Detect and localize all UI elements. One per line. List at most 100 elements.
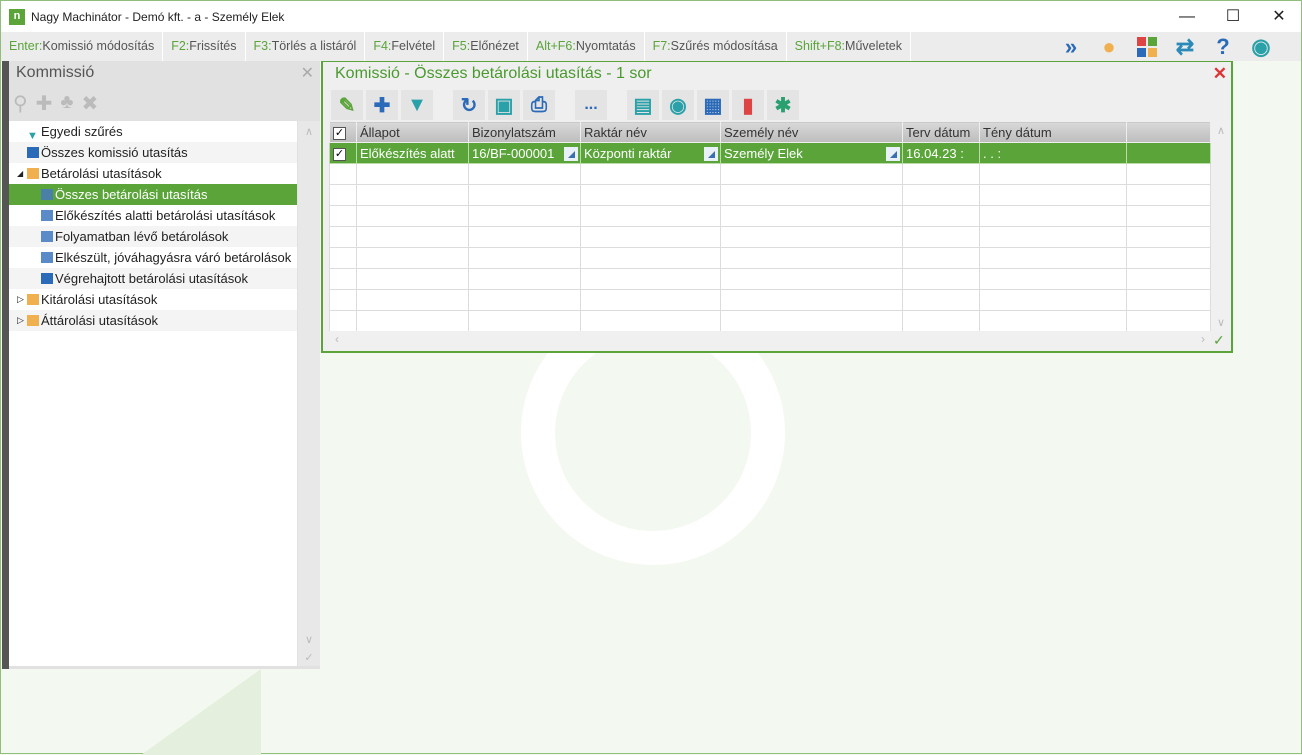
collapsed-arrow-icon[interactable]: ▷	[17, 289, 27, 310]
lookup-icon[interactable]	[886, 147, 900, 161]
watermark-shape	[141, 669, 261, 755]
tree-item[interactable]: Elkészült, jóváhagyásra váró betárolások	[9, 247, 297, 268]
cell[interactable]	[1126, 142, 1211, 164]
lookup-icon[interactable]	[704, 147, 718, 161]
circle-icon[interactable]: ◉	[1245, 32, 1277, 61]
shortcut-alt-f6[interactable]: Alt+F6:Nyomtatás	[528, 32, 645, 61]
shortcut-f3[interactable]: F3:Törlés a listáról	[246, 32, 366, 61]
left-panel: Kommissió ✕ ⚲ ✚ ♣ ✖ ▼ Egyedi szűrés Össze…	[2, 61, 320, 669]
lookup-icon[interactable]	[564, 147, 578, 161]
pin-off-icon[interactable]: ✖	[82, 91, 99, 116]
list-select-icon[interactable]: ▤	[627, 90, 659, 120]
panel-title: Kommissió	[16, 64, 95, 81]
column-header[interactable]: Raktár név	[580, 121, 721, 143]
monitor-icon	[41, 189, 53, 200]
title-bar: n Nagy Machinátor - Demó kft. - a - Szem…	[1, 1, 1301, 32]
confirm-check-icon[interactable]: ✓	[1213, 332, 1225, 349]
empty-row	[329, 310, 1211, 332]
tree-item[interactable]: ▼ Egyedi szűrés	[9, 121, 297, 142]
shortcut-f5[interactable]: F5:Előnézet	[444, 32, 528, 61]
user-icon[interactable]: ●	[1093, 32, 1125, 61]
shortcut-f2[interactable]: F2:Frissítés	[163, 32, 246, 61]
add-icon[interactable]: ✚	[366, 90, 398, 120]
column-header[interactable]: Személy név	[720, 121, 903, 143]
cell[interactable]: 16.04.23 :	[902, 142, 980, 164]
top-icons: » ● ⇄ ? ◉	[1055, 32, 1277, 61]
more-button[interactable]: ...	[575, 90, 607, 120]
print-icon[interactable]: ⎙	[523, 90, 555, 120]
select-all-checkbox[interactable]: ✓	[329, 121, 357, 143]
folder-icon	[27, 168, 39, 179]
apps-grid-icon[interactable]	[1131, 32, 1163, 61]
tree-item[interactable]: ▷ Kitárolási utasítások	[9, 289, 297, 310]
window-title: Nagy Machinátor - Demó kft. - a - Személ…	[31, 9, 285, 24]
column-header[interactable]: Tény dátum	[979, 121, 1127, 143]
filter-icon[interactable]: ▼	[401, 90, 433, 120]
cell[interactable]: 16/BF-000001	[468, 142, 581, 164]
edit-pencil-icon[interactable]: ✎	[331, 90, 363, 120]
row-checkbox[interactable]: ✓	[329, 142, 357, 164]
grid-vertical-scrollbar[interactable]: ∧ ∨	[1211, 121, 1231, 331]
pin-icon[interactable]: ✱	[767, 90, 799, 120]
app-logo: n	[9, 8, 25, 25]
table-row[interactable]: ✓ Előkészítés alatt 16/BF-000001 Központ…	[329, 142, 1211, 164]
tree-item[interactable]: Összes komissió utasítás	[9, 142, 297, 163]
refresh-icon[interactable]: ↻	[453, 90, 485, 120]
tree-item[interactable]: Folyamatban lévő betárolások	[9, 226, 297, 247]
cell[interactable]: Előkészítés alatt	[356, 142, 469, 164]
tree-item[interactable]: Végrehajtott betárolási utasítások	[9, 268, 297, 289]
cell[interactable]: Központi raktár	[580, 142, 721, 164]
expanded-arrow-icon[interactable]: ◢	[17, 163, 27, 184]
data-grid: ✓ Állapot Bizonylatszám Raktár név Szemé…	[329, 121, 1211, 332]
eye-icon[interactable]: ◉	[662, 90, 694, 120]
grid-horizontal-scrollbar[interactable]: ‹ ›	[329, 331, 1211, 349]
minimize-button[interactable]: —	[1164, 1, 1210, 32]
shortcut-enter[interactable]: Enter:Komissió módosítás	[1, 32, 164, 61]
collapsed-arrow-icon[interactable]: ▷	[17, 310, 27, 331]
tree-item[interactable]: Előkészítés alatti betárolási utasítások	[9, 205, 297, 226]
trash-icon[interactable]: ▣	[488, 90, 520, 120]
column-header[interactable]: Bizonylatszám	[468, 121, 581, 143]
monitor-icon	[41, 273, 53, 284]
help-icon[interactable]: ?	[1207, 32, 1239, 61]
filter-icon: ▼	[27, 130, 38, 142]
cell[interactable]: . . :	[979, 142, 1127, 164]
bar-chart-icon[interactable]: ▮	[732, 90, 764, 120]
list-monitor-icon	[41, 210, 53, 221]
swap-arrows-icon[interactable]: ⇄	[1169, 32, 1201, 61]
panel-toolbar: ⚲ ✚ ♣ ✖	[13, 91, 98, 116]
tree-item-selected[interactable]: Összes betárolási utasítás	[9, 184, 297, 205]
main-title: Komissió - Összes betárolási utasítás - …	[335, 65, 652, 82]
empty-row	[329, 226, 1211, 248]
main-panel: Komissió - Összes betárolási utasítás - …	[321, 61, 1233, 353]
column-header-empty	[1126, 121, 1211, 143]
cell[interactable]: Személy Elek	[720, 142, 903, 164]
empty-row	[329, 163, 1211, 185]
shortcut-f7[interactable]: F7:Szűrés módosítása	[645, 32, 787, 61]
calendar-grid-icon[interactable]: ▦	[697, 90, 729, 120]
maximize-button[interactable]: ☐	[1210, 1, 1256, 32]
empty-row	[329, 184, 1211, 206]
shortcut-shift-f8[interactable]: Shift+F8:Műveletek	[787, 32, 912, 61]
tree-scrollbar[interactable]: ∧ ∨ ✓	[298, 121, 320, 666]
list-monitor-icon	[41, 231, 53, 242]
column-header[interactable]: Terv dátum	[902, 121, 980, 143]
list-monitor-icon	[41, 252, 53, 263]
column-header[interactable]: Állapot	[356, 121, 469, 143]
main-close-icon[interactable]: ✕	[1213, 64, 1227, 84]
tree-icon[interactable]: ♣	[60, 91, 73, 116]
panel-close-icon[interactable]: ✕	[301, 63, 314, 83]
main-toolbar: ✎ ✚ ▼ ↻ ▣ ⎙ ... ▤ ◉ ▦ ▮ ✱	[331, 90, 799, 120]
empty-row	[329, 205, 1211, 227]
chevrons-right-icon[interactable]: »	[1055, 32, 1087, 61]
folder-icon	[27, 315, 39, 326]
tree-item[interactable]: ◢ Betárolási utasítások	[9, 163, 297, 184]
search-icon[interactable]: ⚲	[13, 91, 28, 116]
close-button[interactable]: ✕	[1256, 1, 1302, 32]
shortcut-f4[interactable]: F4:Felvétel	[365, 32, 445, 61]
empty-row	[329, 268, 1211, 290]
tree-item[interactable]: ▷ Áttárolási utasítások	[9, 310, 297, 331]
add-icon[interactable]: ✚	[36, 91, 53, 116]
folder-icon	[27, 294, 39, 305]
empty-row	[329, 247, 1211, 269]
